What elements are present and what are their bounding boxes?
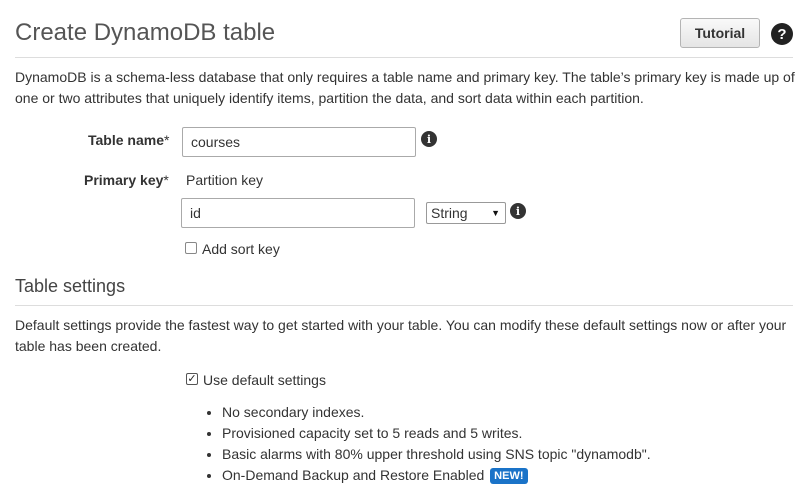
check-icon: ✓ (187, 372, 197, 385)
header-divider (15, 57, 793, 58)
primary-key-label-text: Primary key (84, 172, 164, 188)
partition-key-input[interactable] (181, 198, 415, 228)
partition-key-type-select[interactable]: String ▼ (426, 202, 506, 224)
table-name-info-icon[interactable]: i (421, 131, 437, 147)
default-settings-list: No secondary indexes. Provisioned capaci… (205, 402, 651, 486)
new-badge: NEW! (490, 468, 528, 484)
use-default-settings-checkbox[interactable]: ✓ (186, 373, 198, 385)
list-item: On-Demand Backup and Restore Enabled NEW… (205, 465, 651, 486)
list-item: Provisioned capacity set to 5 reads and … (205, 423, 651, 444)
partition-key-info-icon[interactable]: i (510, 203, 526, 219)
partition-key-type-value: String (431, 205, 468, 221)
help-icon[interactable]: ? (771, 23, 793, 45)
primary-key-label: Primary key* (84, 170, 169, 190)
add-sort-key-label: Add sort key (202, 241, 280, 257)
required-mark: * (163, 172, 169, 188)
table-name-label-text: Table name (88, 132, 164, 148)
partition-key-label: Partition key (186, 172, 264, 188)
required-mark: * (164, 132, 170, 148)
list-item: Basic alarms with 80% upper threshold us… (205, 444, 651, 465)
table-settings-title: Table settings (15, 276, 126, 296)
use-default-settings-label: Use default settings (203, 372, 326, 388)
list-item-text: On-Demand Backup and Restore Enabled (222, 467, 485, 483)
list-item: No secondary indexes. (205, 402, 651, 423)
tutorial-button[interactable]: Tutorial (680, 18, 760, 48)
page-title: Create DynamoDB table (15, 19, 276, 46)
section-divider (15, 305, 793, 306)
table-name-label: Table name* (88, 130, 169, 150)
table-settings-description: Default settings provide the fastest way… (15, 317, 787, 354)
add-sort-key-checkbox[interactable] (185, 242, 197, 254)
table-name-input[interactable] (182, 127, 416, 157)
intro-text: DynamoDB is a schema-less database that … (15, 69, 795, 106)
chevron-down-icon: ▼ (491, 208, 500, 218)
